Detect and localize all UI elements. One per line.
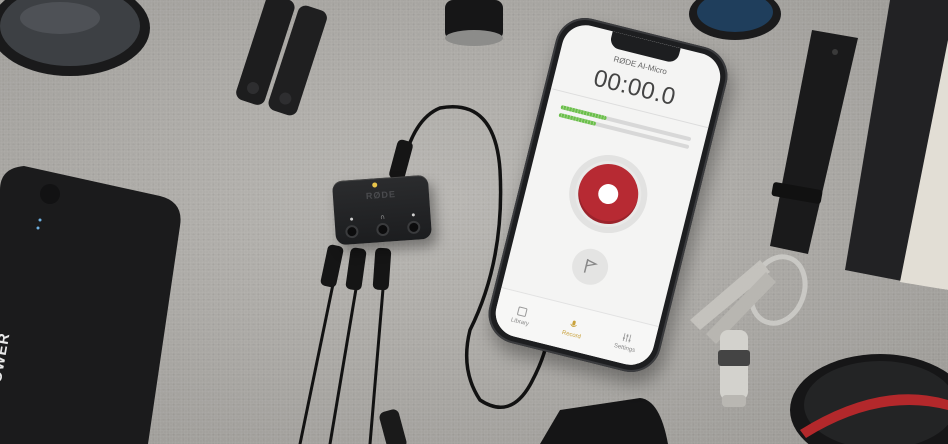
bottom-black-pouch — [379, 398, 668, 444]
tab-settings[interactable]: Settings — [613, 330, 639, 354]
tab-library[interactable]: Library — [510, 304, 532, 327]
tab-label: Settings — [613, 342, 636, 354]
record-button[interactable] — [571, 157, 645, 231]
microphone-icon: ● — [411, 211, 416, 219]
microphone-icon: ● — [349, 216, 354, 224]
lens-cap-cylinder — [445, 0, 503, 46]
leather-strap — [770, 30, 858, 254]
tab-label: Library — [510, 316, 530, 328]
library-icon — [517, 306, 528, 317]
status-led — [372, 182, 378, 188]
microphone-icon — [570, 320, 578, 327]
marker-flag-button[interactable] — [568, 244, 612, 289]
record-button-ring — [560, 146, 656, 242]
record-dot-icon — [596, 181, 621, 207]
keyring-with-keys — [690, 254, 808, 407]
notebook — [845, 0, 948, 290]
headphones-icon: ∩ — [379, 213, 386, 222]
input-jack-1 — [347, 226, 357, 237]
lens-filter-top-left — [0, 0, 150, 76]
headphone-jack — [378, 224, 388, 235]
audio-interface: RØDE ● ∩ ● — [331, 174, 433, 246]
camera-lens — [790, 354, 948, 444]
interface-brand-label: RØDE — [365, 189, 397, 202]
input-jack-2 — [408, 222, 419, 233]
power-bank — [0, 166, 181, 444]
desk-props — [0, 0, 948, 444]
tab-label: Record — [561, 329, 582, 341]
sliders-icon — [622, 332, 632, 343]
multitool — [236, 0, 327, 116]
photo-scene: POWER RØDE ● ∩ ● RØDE AI-Micro 00:00.0 L… — [0, 0, 948, 444]
flag-icon — [583, 258, 598, 273]
tab-record[interactable]: Record — [561, 317, 584, 340]
blue-lens-filter — [689, 0, 781, 40]
